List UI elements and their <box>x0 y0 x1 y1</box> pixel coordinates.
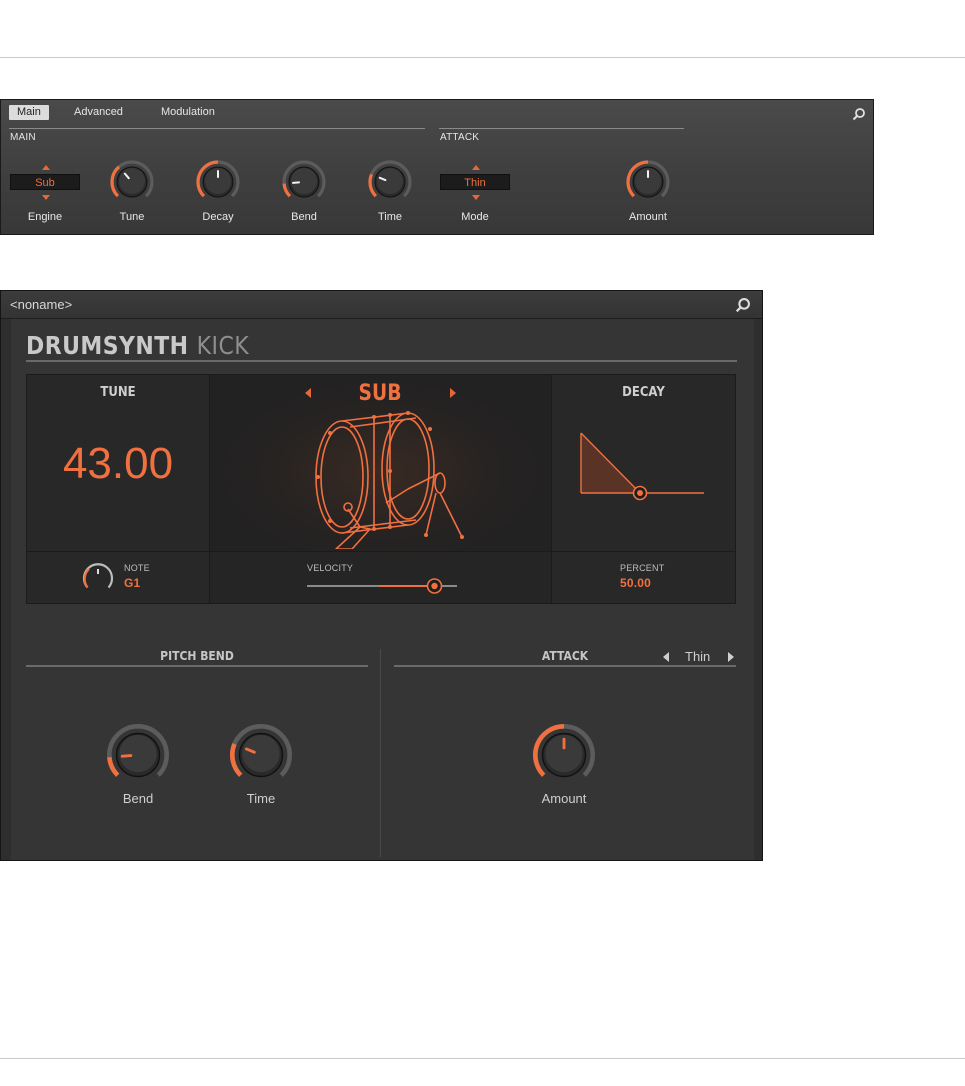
amount-label: Amount <box>629 211 667 223</box>
decay-cell[interactable]: DECAY <box>552 375 735 551</box>
decay-label: Decay <box>202 211 234 223</box>
mode-down-arrow[interactable] <box>472 195 480 200</box>
pitch-bend-bend-label: Bend <box>122 791 154 806</box>
knob-cap <box>242 734 280 773</box>
attack-amount-knob[interactable] <box>531 722 597 788</box>
knob-pointer <box>120 754 133 758</box>
time-knob[interactable] <box>367 159 413 205</box>
decay-envelope-graph[interactable] <box>576 427 716 517</box>
attack-section-line <box>439 128 684 129</box>
tab-advanced[interactable]: Advanced <box>74 105 123 120</box>
note-label: NOTE <box>124 563 150 573</box>
knob-cap <box>377 168 403 194</box>
decay-title: DECAY <box>622 385 665 400</box>
panel-titlebar: <noname> <box>1 291 762 319</box>
attack-amount-label: Amount <box>541 791 587 806</box>
plugin-title-bold: DRUMSYNTH <box>26 331 189 360</box>
pitch-bend-title: PITCH BEND <box>160 649 234 663</box>
attack-prev-arrow[interactable] <box>662 652 669 662</box>
top-rule <box>0 57 965 58</box>
engine-selector[interactable]: Sub <box>10 174 80 190</box>
velocity-slider[interactable] <box>305 576 475 596</box>
panel-search-icon[interactable] <box>735 297 751 313</box>
engine-up-arrow[interactable] <box>42 165 50 170</box>
attack-next-arrow[interactable] <box>728 652 735 662</box>
velocity-handle-dot <box>431 582 438 590</box>
preset-name: <noname> <box>10 297 73 312</box>
engine-display-value: SUB <box>358 381 402 406</box>
knob-cap <box>119 168 145 194</box>
pitch-bend-time-knob[interactable] <box>228 722 294 788</box>
tune-value[interactable]: 43.00 <box>27 439 209 489</box>
attack-mode-value[interactable]: Thin <box>685 649 710 664</box>
time-label: Time <box>377 211 403 223</box>
bend-label: Bend <box>291 211 317 223</box>
group-divider <box>380 649 381 857</box>
velocity-cell: VELOCITY <box>210 552 551 603</box>
tune-cell[interactable]: TUNE 43.00 <box>27 375 209 551</box>
display-area: TUNE 43.00 SUB DECAY NOTE G1 VELOCITY PE… <box>26 374 736 604</box>
mode-label: Mode <box>461 211 489 223</box>
decay-knob[interactable] <box>195 159 241 205</box>
attack-title: ATTACK <box>541 649 589 663</box>
knob-cap <box>119 734 157 773</box>
note-cell[interactable]: NOTE G1 <box>27 552 209 603</box>
pitch-bend-line <box>26 665 368 667</box>
engine-display-cell: SUB <box>210 375 551 551</box>
tune-title: TUNE <box>100 385 136 400</box>
bottom-rule <box>0 1058 965 1059</box>
tab-main[interactable]: Main <box>9 105 49 120</box>
engine-next-arrow[interactable] <box>449 388 457 398</box>
search-icon[interactable] <box>852 107 866 121</box>
engine-label: Engine <box>27 211 63 223</box>
pitch-bend-bend-knob[interactable] <box>105 722 171 788</box>
tune-label: Tune <box>119 211 145 223</box>
panel-body: DRUMSYNTH KICK TUNE 43.00 SUB DECAY NOTE… <box>11 319 754 860</box>
attack-section-title: ATTACK <box>440 132 480 143</box>
pitch-bend-time-label: Time <box>246 791 276 806</box>
parameter-strip: Main Advanced Modulation MAIN ATTACK Sub… <box>0 99 874 235</box>
note-value: G1 <box>124 576 141 590</box>
mode-selector[interactable]: Thin <box>440 174 510 190</box>
kick-drum-icon <box>315 411 464 549</box>
tab-modulation[interactable]: Modulation <box>161 105 215 120</box>
main-section-line <box>9 128 425 129</box>
mode-up-arrow[interactable] <box>472 165 480 170</box>
title-underline <box>26 360 737 362</box>
percent-label: PERCENT <box>620 563 665 573</box>
plugin-title: DRUMSYNTH KICK <box>26 331 249 360</box>
attack-line <box>394 665 736 667</box>
amount-knob[interactable] <box>625 159 671 205</box>
drumsynth-panel: <noname> DRUMSYNTH KICK TUNE 43.00 SUB D… <box>0 290 763 861</box>
knob-cap <box>291 168 317 194</box>
bend-knob[interactable] <box>281 159 327 205</box>
note-knob[interactable] <box>81 560 115 594</box>
plugin-title-thin: KICK <box>196 331 250 360</box>
percent-cell[interactable]: PERCENT 50.00 <box>552 552 735 603</box>
velocity-label: VELOCITY <box>307 563 354 573</box>
main-section-title: MAIN <box>10 132 36 143</box>
percent-value: 50.00 <box>620 576 652 590</box>
engine-down-arrow[interactable] <box>42 195 50 200</box>
tune-knob[interactable] <box>109 159 155 205</box>
engine-prev-arrow[interactable] <box>304 388 312 398</box>
